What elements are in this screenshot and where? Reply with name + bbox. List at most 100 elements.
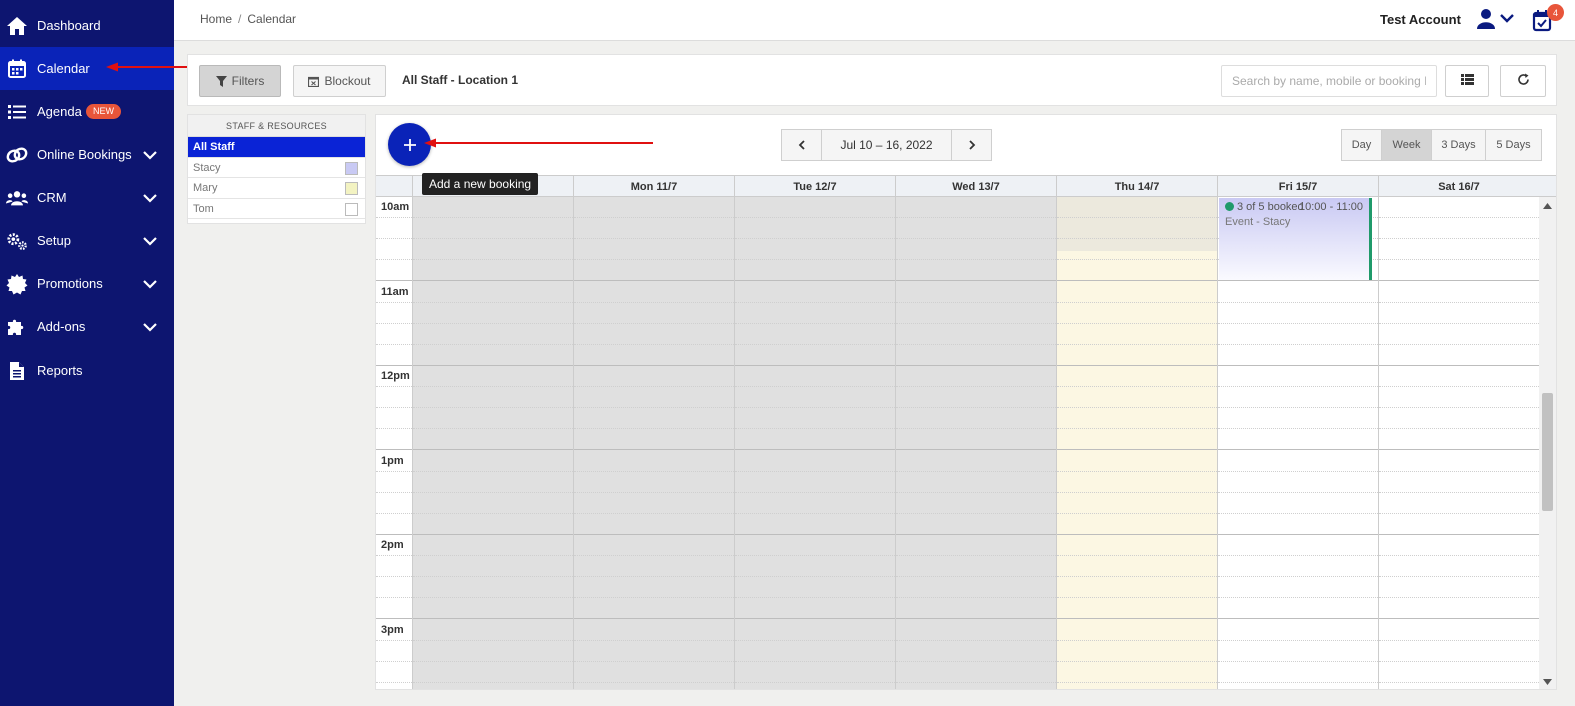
time-slot [574,514,734,535]
time-slot [896,387,1056,409]
time-slot [1218,387,1378,409]
time-slot [896,683,1056,689]
view-3-days-button[interactable]: 3 Days [1432,129,1486,161]
time-slot [735,598,895,620]
time-slot [735,345,895,366]
staff-item-mary[interactable]: Mary [188,178,365,199]
time-slot [896,408,1056,430]
day-column[interactable] [573,197,734,689]
time-slot [413,324,573,345]
time-slot [376,303,412,324]
add-booking-tooltip: Add a new booking [422,173,539,195]
day-column[interactable] [734,197,895,689]
time-slot [574,577,734,599]
staff-item-all[interactable]: All Staff [188,137,365,158]
sidebar-item-online-bookings[interactable]: Online Bookings [0,133,174,176]
user-menu-icon[interactable] [1476,8,1516,30]
breadcrumb-home[interactable]: Home [200,12,232,26]
time-slot [1379,641,1539,662]
refresh-icon [1517,73,1530,89]
account-name[interactable]: Test Account [1380,12,1461,27]
time-slot [1379,239,1539,261]
time-slot [413,514,573,535]
day-column[interactable]: 3 of 5 booked 10:00 - 11:00 Event - Stacy [1217,197,1378,689]
time-slot [1218,303,1378,324]
time-slot [896,451,1056,472]
list-view-button[interactable] [1445,65,1489,97]
time-slot [896,239,1056,261]
sidebar-item-label: Add-ons [37,319,86,334]
time-slot [574,556,734,578]
time-slot [376,641,412,662]
chevron-right-icon [968,140,975,150]
time-slot [413,641,573,662]
view-week-button[interactable]: Week [1382,129,1432,161]
booking-event[interactable]: 3 of 5 booked 10:00 - 11:00 Event - Stacy [1219,198,1372,280]
staff-location-label: All Staff - Location 1 [402,73,519,87]
time-slot [376,387,412,409]
sidebar-item-label: Online Bookings [37,147,132,162]
sidebar-item-agenda[interactable]: Agenda NEW [0,90,174,133]
time-slot [413,577,573,599]
day-column[interactable] [412,197,573,689]
sidebar-item-setup[interactable]: Setup [0,219,174,262]
time-slot [735,303,895,324]
time-slot [413,282,573,303]
scroll-up-icon[interactable] [1543,203,1552,209]
time-slot [574,620,734,641]
file-icon [6,360,28,382]
time-slot [1218,620,1378,641]
time-slot [1379,535,1539,556]
time-slot [1218,282,1378,303]
blockout-button[interactable]: Blockout [293,65,386,97]
time-slot [574,493,734,514]
sidebar-item-reports[interactable]: Reports [0,349,174,392]
sidebar-item-dashboard[interactable]: Dashboard [0,4,174,47]
filters-button[interactable]: Filters [199,65,281,97]
time-slot [413,345,573,366]
view-switcher: Day Week 3 Days 5 Days [1341,129,1542,161]
week-calendar: Add a new booking Jul 10 – 16, 2022 Day … [375,114,1557,690]
hour-label: 2pm [381,539,404,551]
plus-icon [403,138,416,151]
time-slot [376,472,412,493]
refresh-button[interactable] [1500,65,1546,97]
staff-item-stacy[interactable]: Stacy [188,158,365,178]
time-slot [1379,429,1539,451]
time-slot [1057,598,1217,620]
gears-icon [6,230,28,252]
chevron-down-icon [143,279,157,289]
time-slot [735,282,895,303]
day-column[interactable] [895,197,1056,689]
view-day-button[interactable]: Day [1341,129,1382,161]
time-slot [376,683,412,689]
scroll-down-icon[interactable] [1543,679,1552,685]
scroll-thumb[interactable] [1542,393,1553,511]
time-slot [1218,556,1378,578]
time-slot [413,451,573,472]
booking-search-input[interactable] [1221,65,1437,97]
sidebar-item-add-ons[interactable]: Add-ons [0,305,174,348]
time-slot [1379,514,1539,535]
time-slot [1379,260,1539,282]
day-column[interactable] [1056,197,1217,689]
time-slot [735,429,895,451]
time-slot [413,598,573,620]
calendar-scrollbar[interactable] [1539,197,1556,689]
staff-item-tom[interactable]: Tom [188,199,365,219]
puzzle-icon [6,316,28,338]
time-slot [413,535,573,556]
time-slot [1057,577,1217,599]
time-slot [413,197,573,218]
date-range: Jul 10 – 16, 2022 [822,129,951,161]
day-column[interactable] [1378,197,1539,689]
prev-week-button[interactable] [781,129,822,161]
sidebar-item-crm[interactable]: CRM [0,176,174,219]
time-slot [574,451,734,472]
next-week-button[interactable] [951,129,992,161]
sidebar-item-promotions[interactable]: Promotions [0,262,174,305]
time-slot [413,260,573,282]
view-5-days-button[interactable]: 5 Days [1486,129,1542,161]
calendar-icon [6,58,28,80]
time-slot [574,662,734,683]
